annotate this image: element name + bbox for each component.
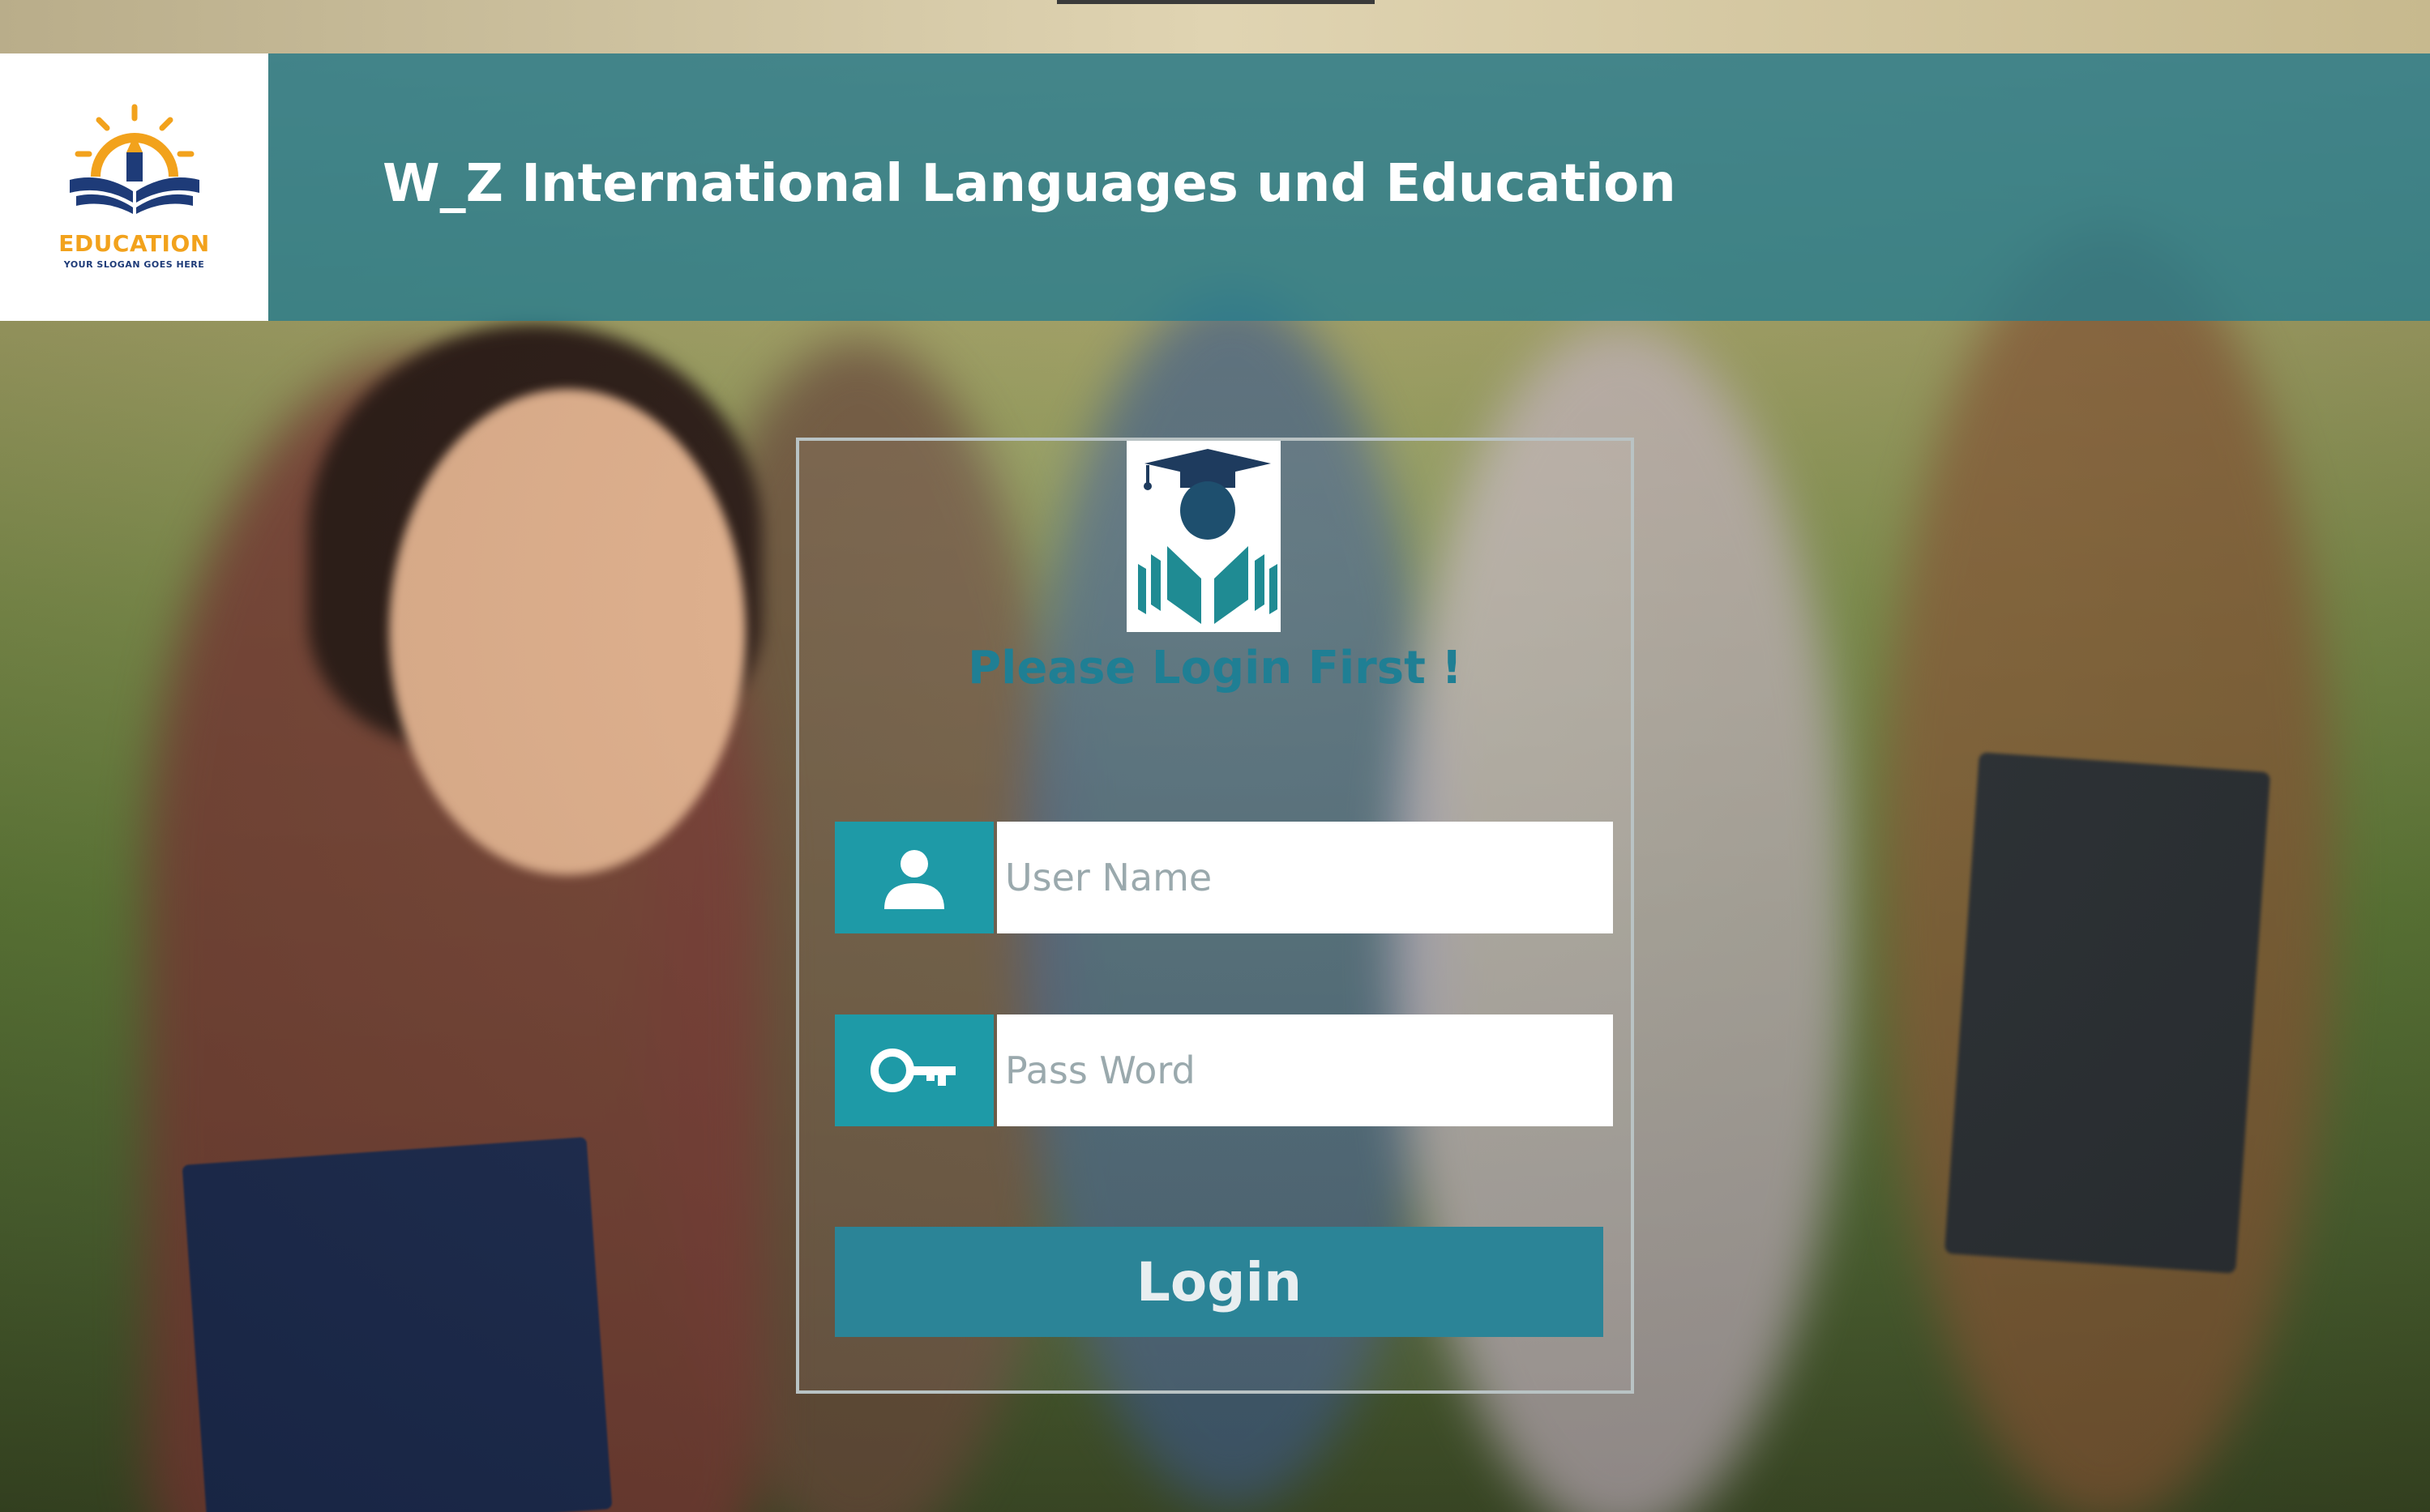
password-input[interactable] xyxy=(997,1014,1613,1126)
education-logo-icon xyxy=(70,104,199,214)
app-header: EDUCATION YOUR SLOGAN GOES HERE W_Z Inte… xyxy=(0,53,2430,321)
login-panel: Please Login First ! Login xyxy=(796,438,1634,1394)
window-tab-indicator xyxy=(1057,0,1375,4)
key-icon xyxy=(835,1014,994,1126)
login-button[interactable]: Login xyxy=(835,1227,1603,1337)
logo-box: EDUCATION YOUR SLOGAN GOES HERE xyxy=(0,53,268,321)
panel-logo xyxy=(1127,441,1281,632)
login-heading: Please Login First ! xyxy=(968,642,1462,694)
app-title: W_Z International Languages und Educatio… xyxy=(383,154,1676,214)
user-icon xyxy=(835,822,994,933)
login-screen: EDUCATION YOUR SLOGAN GOES HERE W_Z Inte… xyxy=(0,0,2430,1512)
logo-slogan: YOUR SLOGAN GOES HERE xyxy=(63,259,205,270)
graduation-book-icon xyxy=(1138,449,1277,624)
username-input[interactable] xyxy=(997,822,1613,933)
logo-word: EDUCATION xyxy=(58,230,210,257)
top-strip xyxy=(0,0,2430,53)
password-row xyxy=(835,1014,1613,1126)
username-row xyxy=(835,822,1613,933)
